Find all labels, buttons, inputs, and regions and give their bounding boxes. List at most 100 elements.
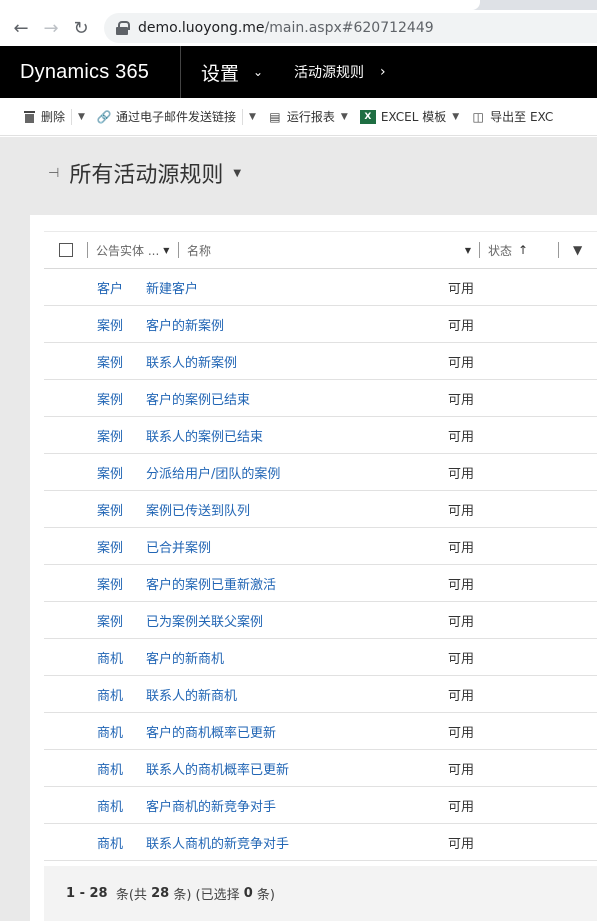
table-row[interactable]: 案例 已为案例关联父案例 可用: [44, 602, 597, 639]
more-commands-caret[interactable]: ▼: [71, 108, 91, 125]
row-name-link[interactable]: 联系人的案例已结束: [146, 426, 448, 445]
row-entity-link[interactable]: 商机: [44, 685, 146, 704]
row-entity-link[interactable]: 商机: [44, 648, 146, 667]
table-row[interactable]: 案例 客户的案例已重新激活 可用: [44, 565, 597, 602]
breadcrumb[interactable]: 活动源规则 ›: [281, 46, 386, 98]
table-row[interactable]: 案例 联系人的新案例 可用: [44, 343, 597, 380]
row-name-link[interactable]: 案例已传送到队列: [146, 500, 448, 519]
sort-ascending-icon: ↑: [518, 243, 529, 257]
row-entity-link[interactable]: 案例: [44, 463, 146, 482]
browser-tab[interactable]: [0, 0, 480, 10]
table-row[interactable]: 商机 联系人的商机概率已更新 可用: [44, 750, 597, 787]
view-selector[interactable]: ⊣ 所有活动源规则 ▼: [48, 157, 241, 189]
row-name-link[interactable]: 联系人商机的新竞争对手: [146, 833, 448, 852]
row-entity-link[interactable]: 案例: [44, 537, 146, 556]
row-name-link[interactable]: 客户的新案例: [146, 315, 448, 334]
row-name-link[interactable]: 已合并案例: [146, 537, 448, 556]
row-entity-link[interactable]: 案例: [44, 389, 146, 408]
row-entity-link[interactable]: 案例: [44, 611, 146, 630]
column-separator: [178, 242, 179, 258]
url-path: /main.aspx#620712449: [264, 20, 434, 36]
chevron-down-icon: ▼: [464, 245, 471, 255]
table-row[interactable]: 案例 联系人的案例已结束 可用: [44, 417, 597, 454]
content-area: ⊣ 所有活动源规则 ▼ 公告实体 ... ▼ 名称 ▼ 状态 ↑ ▼ 客户 新建…: [0, 137, 597, 921]
app-navbar: Dynamics 365 设置 ⌄ 活动源规则 ›: [0, 46, 597, 98]
row-entity-link[interactable]: 商机: [44, 796, 146, 815]
app-brand[interactable]: Dynamics 365: [0, 46, 181, 98]
column-separator: [479, 242, 480, 258]
row-status: 可用: [448, 799, 475, 815]
row-name-link[interactable]: 客户的案例已重新激活: [146, 574, 448, 593]
table-row[interactable]: 案例 案例已传送到队列 可用: [44, 491, 597, 528]
row-name-link[interactable]: 已为案例关联父案例: [146, 611, 448, 630]
row-name-link[interactable]: 客户商机的新竞争对手: [146, 796, 448, 815]
excel-icon: X: [359, 109, 376, 124]
table-row[interactable]: 案例 已合并案例 可用: [44, 528, 597, 565]
email-link-caret[interactable]: ▼: [241, 108, 262, 125]
table-row[interactable]: 案例 分派给用户/团队的案例 可用: [44, 454, 597, 491]
column-separator: [558, 242, 559, 258]
grid-footer: 1 - 28 条(共 28 条) (已选择 0 条): [0, 866, 597, 921]
row-entity-link[interactable]: 商机: [44, 759, 146, 778]
chevron-down-icon: ▼: [163, 245, 170, 255]
row-entity-link[interactable]: 案例: [44, 500, 146, 519]
row-name-link[interactable]: 联系人的新商机: [146, 685, 448, 704]
row-status: 可用: [448, 577, 475, 593]
delete-button[interactable]: 删除: [0, 98, 71, 135]
row-entity-link[interactable]: 客户: [44, 278, 146, 297]
table-row[interactable]: 商机 联系人商机的新竞争对手 可用: [44, 824, 597, 861]
table-row[interactable]: 商机 客户商机的新竞争对手 可用: [44, 787, 597, 824]
command-bar: 删除 ▼ 🔗 通过电子邮件发送链接 ▼ ▤ 运行报表 ▼ X EXCEL 模板 …: [0, 98, 597, 136]
breadcrumb-label: 活动源规则: [294, 65, 364, 81]
column-header-status[interactable]: 状态 ↑: [488, 242, 558, 259]
row-entity-link[interactable]: 案例: [44, 352, 146, 371]
row-entity-link[interactable]: 案例: [44, 574, 146, 593]
row-name-link[interactable]: 客户的商机概率已更新: [146, 722, 448, 741]
column-header-entity[interactable]: 公告实体 ... ▼: [96, 242, 178, 259]
column-header-status-label: 状态: [488, 243, 513, 258]
table-row[interactable]: 商机 联系人的新商机 可用: [44, 676, 597, 713]
back-arrow-icon[interactable]: ←: [6, 13, 36, 43]
row-status: 可用: [448, 540, 475, 556]
forward-arrow-icon[interactable]: →: [36, 13, 66, 43]
chevron-down-icon: ▼: [340, 111, 348, 122]
row-name-link[interactable]: 新建客户: [146, 278, 448, 297]
excel-template-button[interactable]: X EXCEL 模板 ▼: [354, 98, 465, 135]
pin-icon[interactable]: ⊣: [48, 166, 59, 181]
area-selector[interactable]: 设置 ⌄: [181, 46, 281, 98]
table-row[interactable]: 商机 客户的新商机 可用: [44, 639, 597, 676]
row-name-link[interactable]: 联系人的新案例: [146, 352, 448, 371]
records-grid: 公告实体 ... ▼ 名称 ▼ 状态 ↑ ▼ 客户 新建客户 可用 案例 客户的新案例可…: [44, 231, 597, 879]
browser-toolbar: ← → ↻ demo.luoyong.me/main.aspx#62071244…: [0, 10, 597, 46]
filter-icon[interactable]: ▼: [573, 243, 582, 257]
record-count-text-b: 条) (已选择: [173, 888, 240, 903]
row-entity-link[interactable]: 案例: [44, 315, 146, 334]
row-name-link[interactable]: 客户的新商机: [146, 648, 448, 667]
row-entity-link[interactable]: 案例: [44, 426, 146, 445]
table-row[interactable]: 案例 客户的新案例 可用: [44, 306, 597, 343]
select-all-checkbox[interactable]: [59, 243, 73, 257]
column-header-name[interactable]: 名称 ▼: [187, 242, 479, 259]
row-entity-link[interactable]: 商机: [44, 833, 146, 852]
table-row[interactable]: 客户 新建客户 可用: [44, 269, 597, 306]
row-status: 可用: [448, 614, 475, 630]
record-count: 1 - 28 条(共 28 条) (已选择 0 条): [44, 866, 597, 921]
run-report-button[interactable]: ▤ 运行报表 ▼: [262, 98, 354, 135]
chevron-right-icon: ›: [380, 64, 386, 80]
row-status: 可用: [448, 503, 475, 519]
row-name-link[interactable]: 客户的案例已结束: [146, 389, 448, 408]
email-link-button[interactable]: 🔗 通过电子邮件发送链接: [91, 98, 242, 135]
address-bar[interactable]: demo.luoyong.me/main.aspx#620712449: [104, 13, 597, 43]
reload-icon[interactable]: ↻: [66, 13, 96, 43]
table-row[interactable]: 案例 客户的案例已结束 可用: [44, 380, 597, 417]
row-name-link[interactable]: 联系人的商机概率已更新: [146, 759, 448, 778]
row-status: 可用: [448, 651, 475, 667]
column-header-name-label: 名称: [187, 243, 212, 258]
table-row[interactable]: 商机 客户的商机概率已更新 可用: [44, 713, 597, 750]
export-icon: ◫: [472, 109, 484, 124]
row-entity-link[interactable]: 商机: [44, 722, 146, 741]
row-name-link[interactable]: 分派给用户/团队的案例: [146, 463, 448, 482]
export-button[interactable]: ◫ 导出至 EXC: [465, 98, 559, 135]
delete-label: 删除: [41, 110, 66, 124]
record-selected: 0: [243, 886, 253, 901]
